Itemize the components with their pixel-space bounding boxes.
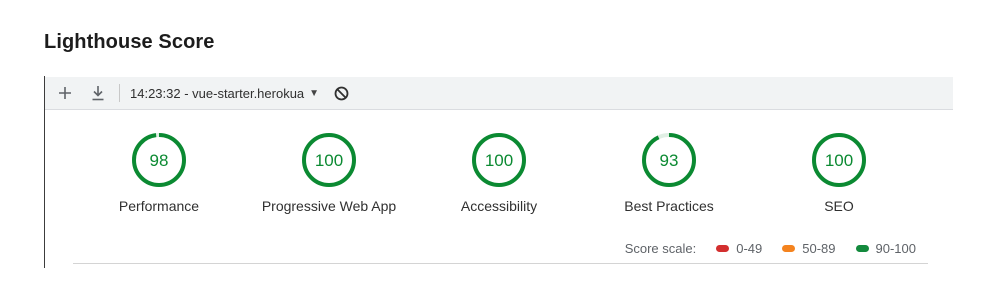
- fail-swatch: [716, 245, 730, 252]
- gauge-score: 100: [315, 151, 343, 170]
- report-selector-label: 14:23:32 - vue-starter.herokua: [130, 85, 305, 101]
- lighthouse-toolbar: 14:23:32 - vue-starter.herokua ▼: [45, 77, 953, 110]
- gauge-score: 93: [660, 151, 679, 170]
- scale-range: 50-89: [802, 241, 836, 256]
- score-scale-label: Score scale:: [624, 241, 697, 256]
- score-ring: 100: [472, 133, 526, 187]
- gauge-label: SEO: [824, 198, 854, 214]
- score-ring: 93: [642, 133, 696, 187]
- score-ring: 100: [812, 133, 866, 187]
- scale-item-pass: 90-100: [855, 241, 916, 256]
- gauge-label: Accessibility: [460, 198, 538, 214]
- toolbar-separator: [119, 84, 120, 102]
- scale-item-fail: 0-49: [716, 241, 762, 256]
- pass-swatch: [855, 245, 869, 252]
- scale-range: 90-100: [875, 241, 916, 256]
- caret-down-icon: ▼: [309, 87, 320, 99]
- plus-icon[interactable]: [53, 81, 77, 105]
- gauge-score: 100: [485, 151, 513, 170]
- report-selector[interactable]: 14:23:32 - vue-starter.herokua ▼: [130, 86, 319, 101]
- gauge-seo[interactable]: 100 SEO: [739, 132, 939, 214]
- scale-item-average: 50-89: [782, 241, 836, 256]
- gauge-label: Best Practices: [624, 198, 714, 214]
- scale-range: 0-49: [736, 241, 763, 256]
- score-gauges: 98 Performance 100 Progressive Web App 1…: [45, 110, 953, 230]
- score-ring: 98: [132, 133, 186, 187]
- block-icon[interactable]: [329, 81, 353, 105]
- score-scale: Score scale: 0-49 50-89 90-100: [625, 241, 916, 256]
- download-icon[interactable]: [86, 81, 110, 105]
- gauge-label: Performance: [118, 198, 200, 214]
- score-ring: 100: [302, 133, 356, 187]
- average-swatch: [782, 245, 796, 252]
- gauge-score: 98: [150, 151, 169, 170]
- gauge-score: 100: [825, 151, 853, 170]
- gauge-label: Progressive Web App: [261, 198, 397, 214]
- page-title: Lighthouse Score: [44, 31, 215, 53]
- divider: [73, 263, 928, 264]
